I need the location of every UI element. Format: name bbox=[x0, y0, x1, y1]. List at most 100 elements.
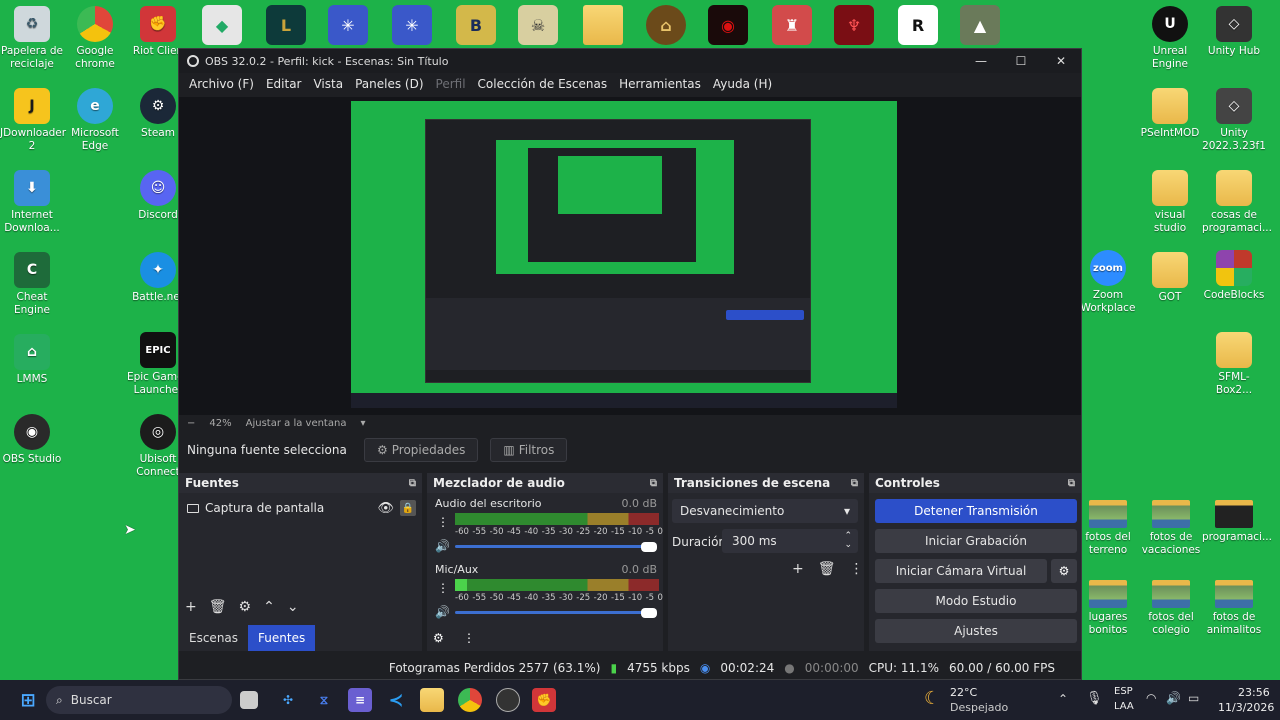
wifi-icon[interactable]: ◠ bbox=[1146, 691, 1156, 705]
preview-canvas[interactable] bbox=[351, 101, 897, 408]
spin-arrows-icon[interactable]: ⌃ ⌄ bbox=[844, 532, 852, 550]
desktop-icon-warframe[interactable]: ◆ bbox=[202, 5, 242, 45]
desktop-icon-visual-studio[interactable]: visual studio bbox=[1138, 170, 1202, 235]
desktop-icon-programacion[interactable]: programaci... bbox=[1202, 496, 1272, 544]
filters-button[interactable]: ▥ Filtros bbox=[490, 438, 568, 462]
chrome-icon[interactable] bbox=[458, 688, 482, 712]
tray-chevron-icon[interactable]: ⌃ bbox=[1058, 692, 1068, 706]
move-down-button[interactable]: ⌄ bbox=[287, 599, 299, 615]
desktop-icon-folder-top[interactable] bbox=[583, 5, 623, 45]
start-virtual-camera-button[interactable]: Iniciar Cámara Virtual bbox=[875, 559, 1047, 583]
chevron-down-icon[interactable]: ▾ bbox=[360, 418, 365, 429]
tab-fuentes[interactable]: Fuentes bbox=[248, 625, 316, 651]
transition-menu-icon[interactable]: ⋮ bbox=[850, 561, 864, 577]
speaker-icon[interactable]: 🔊 bbox=[435, 539, 450, 553]
maximize-button[interactable]: ☐ bbox=[1001, 49, 1041, 73]
clock-time[interactable]: 23:56 bbox=[1238, 686, 1270, 699]
volume-icon[interactable]: 🔊 bbox=[1166, 691, 1181, 705]
desktop-icon-codeblocks[interactable]: CodeBlocks bbox=[1202, 250, 1266, 302]
undock-icon[interactable]: ⧉ bbox=[851, 478, 858, 489]
source-item[interactable]: Captura de pantalla 👁 🔒 bbox=[187, 499, 416, 517]
virtual-camera-settings-button[interactable]: ⚙ bbox=[1051, 559, 1077, 583]
stop-streaming-button[interactable]: Detener Transmisión bbox=[875, 499, 1077, 523]
clock-date[interactable]: 11/3/2026 bbox=[1218, 701, 1274, 714]
desktop-icon-fotos-terreno[interactable]: fotos del terreno bbox=[1076, 496, 1140, 557]
task-view-icon[interactable] bbox=[240, 691, 258, 709]
add-source-button[interactable]: + bbox=[185, 599, 197, 615]
eye-icon[interactable]: 👁 bbox=[377, 501, 394, 516]
desktop-icon-edge[interactable]: e Microsoft Edge bbox=[63, 88, 127, 153]
desktop-icon-lmms[interactable]: ⌂ LMMS bbox=[0, 334, 64, 386]
microphone-icon[interactable]: 🎙 bbox=[1086, 691, 1103, 706]
desktop-icon-jdownloader[interactable]: J JDownloader 2 bbox=[0, 88, 66, 153]
desktop-icon-unity-2022[interactable]: ◇ Unity 2022.3.23f1 bbox=[1202, 88, 1266, 153]
menu-paneles[interactable]: Paneles (D) bbox=[349, 77, 429, 91]
lock-icon[interactable]: 🔒 bbox=[400, 500, 416, 516]
undock-icon[interactable]: ⧉ bbox=[409, 478, 416, 489]
app-icon[interactable]: ⧖ bbox=[312, 688, 336, 712]
desktop-icon-demon[interactable]: ♆ bbox=[834, 5, 874, 45]
menu-coleccion-escenas[interactable]: Colección de Escenas bbox=[472, 77, 614, 91]
notes-icon[interactable]: ≡ bbox=[348, 688, 372, 712]
desktop-icon-fotos-animalitos[interactable]: fotos de animalitos bbox=[1202, 576, 1266, 637]
volume-slider-handle[interactable] bbox=[641, 608, 657, 618]
speaker-icon[interactable]: 🔊 bbox=[435, 605, 450, 619]
settings-button[interactable]: Ajustes bbox=[875, 619, 1077, 643]
desktop-icon-unity-hub[interactable]: ◇ Unity Hub bbox=[1202, 6, 1266, 58]
desktop-icon-got[interactable]: GOT bbox=[1138, 252, 1202, 304]
desktop-icon-skull[interactable]: ☠ bbox=[518, 5, 558, 45]
taskbar-search[interactable]: ⌕ Buscar bbox=[46, 686, 232, 714]
channel-menu-icon[interactable]: ⋮ bbox=[437, 515, 449, 529]
studio-mode-button[interactable]: Modo Estudio bbox=[875, 589, 1077, 613]
vscode-icon[interactable]: ≺ bbox=[384, 688, 408, 712]
obs-icon[interactable] bbox=[496, 688, 520, 712]
mixer-menu-icon[interactable]: ⋮ bbox=[463, 631, 475, 645]
volume-slider-handle[interactable] bbox=[641, 542, 657, 552]
riot-icon[interactable]: ✊ bbox=[532, 688, 556, 712]
source-settings-button[interactable]: ⚙ bbox=[239, 599, 252, 615]
desktop-icon-chrome[interactable]: Google chrome bbox=[63, 6, 127, 71]
undock-icon[interactable]: ⧉ bbox=[1068, 478, 1075, 489]
desktop-icon-hex2[interactable]: ✳ bbox=[392, 5, 432, 45]
start-button[interactable]: ⊞ bbox=[16, 688, 40, 712]
undock-icon[interactable]: ⧉ bbox=[650, 478, 657, 489]
file-explorer-icon[interactable] bbox=[420, 688, 444, 712]
desktop-icon-pseintmod[interactable]: PSeIntMOD bbox=[1138, 88, 1202, 140]
desktop-icon-hex1[interactable]: ✳ bbox=[328, 5, 368, 45]
widgets-icon[interactable]: ✣ bbox=[276, 688, 300, 712]
menu-ayuda[interactable]: Ayuda (H) bbox=[707, 77, 778, 91]
desktop-icon-b[interactable]: B bbox=[456, 5, 496, 45]
menu-archivo[interactable]: Archivo (F) bbox=[183, 77, 260, 91]
start-recording-button[interactable]: Iniciar Grabación bbox=[875, 529, 1077, 553]
remove-source-button[interactable]: 🗑 bbox=[209, 599, 227, 615]
duration-spinbox[interactable]: 300 ms ⌃ ⌄ bbox=[722, 529, 858, 553]
channel-menu-icon[interactable]: ⋮ bbox=[437, 581, 449, 595]
desktop-icon-lugares-bonitos[interactable]: lugares bonitos bbox=[1076, 576, 1140, 637]
desktop-icon-sfml-box2d[interactable]: SFML-Box2... bbox=[1202, 332, 1266, 397]
volume-slider[interactable] bbox=[455, 611, 651, 614]
zoom-fit-select[interactable]: Ajustar a la ventana bbox=[246, 418, 347, 429]
desktop-icon-zoom[interactable]: zoom Zoom Workplace bbox=[1076, 250, 1140, 315]
desktop-icon-cheat-engine[interactable]: C Cheat Engine bbox=[0, 252, 64, 317]
desktop-icon-obs-studio[interactable]: ◉ OBS Studio bbox=[0, 414, 64, 466]
desktop-icon-game-thumb[interactable]: ▲ bbox=[960, 5, 1000, 45]
move-up-button[interactable]: ⌃ bbox=[263, 599, 275, 615]
add-transition-button[interactable]: + bbox=[792, 561, 804, 577]
lang-bottom[interactable]: LAA bbox=[1114, 701, 1134, 712]
battery-icon[interactable]: ▭ bbox=[1188, 691, 1199, 705]
desktop-icon-league[interactable]: L bbox=[266, 5, 306, 45]
desktop-icon-internet-download-manager[interactable]: ⬇ Internet Downloa... bbox=[0, 170, 64, 235]
desktop-icon-recycle-bin[interactable]: ♻ Papelera de reciclaje bbox=[0, 6, 64, 71]
remove-transition-button[interactable]: 🗑 bbox=[818, 561, 836, 577]
menu-editar[interactable]: Editar bbox=[260, 77, 308, 91]
lang-top[interactable]: ESP bbox=[1114, 686, 1133, 697]
zoom-out-button[interactable]: − bbox=[187, 418, 195, 429]
desktop-icon-fotos-vacaciones[interactable]: fotos de vacaciones bbox=[1139, 496, 1203, 557]
desktop-icon-red-eye[interactable]: ◉ bbox=[708, 5, 748, 45]
volume-slider[interactable] bbox=[455, 545, 651, 548]
close-button[interactable]: ✕ bbox=[1041, 49, 1081, 73]
desktop-icon-red-game[interactable]: ♜ bbox=[772, 5, 812, 45]
desktop-icon-cosas-programacion[interactable]: cosas de programaci... bbox=[1202, 170, 1272, 235]
advanced-audio-icon[interactable]: ⚙ bbox=[433, 631, 444, 645]
transition-select[interactable]: Desvanecimiento ▾ bbox=[672, 499, 858, 523]
